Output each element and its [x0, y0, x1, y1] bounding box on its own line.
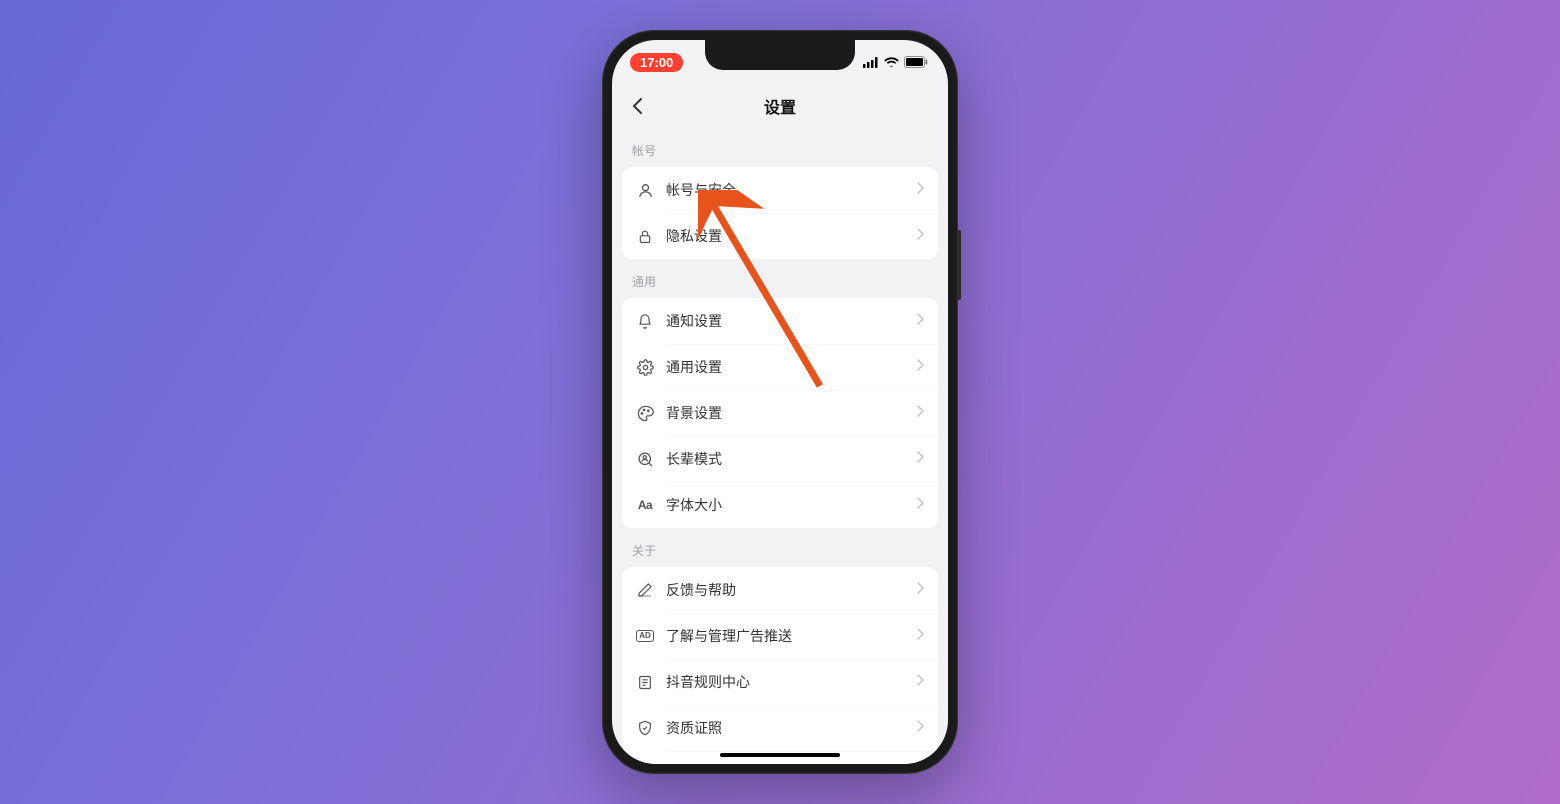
group-general: 通知设置 通用设置 背景设置 — [622, 298, 938, 528]
group-account: 帐号与安全 隐私设置 — [622, 167, 938, 259]
font-size-icon: Aa — [636, 496, 654, 514]
row-label: 帐号与安全 — [666, 180, 905, 200]
row-label: 隐私设置 — [666, 226, 905, 246]
section-header-account: 帐号 — [622, 128, 938, 167]
phone-notch — [705, 40, 855, 70]
ad-icon: AD — [636, 627, 654, 645]
phone-side-button — [958, 230, 961, 300]
row-elder-mode[interactable]: 长辈模式 — [622, 436, 938, 482]
section-header-about: 关于 — [622, 528, 938, 567]
status-icons — [863, 56, 928, 68]
row-privacy[interactable]: 隐私设置 — [622, 213, 938, 259]
row-background[interactable]: 背景设置 — [622, 390, 938, 436]
phone-screen: 17:00 设置 帐号 — [612, 40, 948, 764]
user-icon — [636, 181, 654, 199]
row-label: 反馈与帮助 — [666, 580, 905, 600]
phone-frame: 17:00 设置 帐号 — [602, 30, 958, 774]
cellular-icon — [863, 57, 879, 68]
chevron-right-icon — [917, 312, 924, 330]
row-label: 了解与管理广告推送 — [666, 626, 905, 646]
nav-bar: 设置 — [612, 84, 948, 128]
section-header-general: 通用 — [622, 259, 938, 298]
chevron-right-icon — [917, 181, 924, 199]
status-time-pill: 17:00 — [630, 53, 683, 72]
gear-icon — [636, 358, 654, 376]
row-general-settings[interactable]: 通用设置 — [622, 344, 938, 390]
battery-icon — [904, 56, 928, 68]
chevron-right-icon — [917, 627, 924, 645]
chevron-left-icon — [632, 97, 643, 115]
row-account-security[interactable]: 帐号与安全 — [622, 167, 938, 213]
back-button[interactable] — [622, 91, 652, 121]
chevron-right-icon — [917, 581, 924, 599]
chevron-right-icon — [917, 673, 924, 691]
row-label: 背景设置 — [666, 403, 905, 423]
row-notifications[interactable]: 通知设置 — [622, 298, 938, 344]
row-label: 长辈模式 — [666, 449, 905, 469]
chevron-right-icon — [917, 719, 924, 737]
bell-icon — [636, 312, 654, 330]
row-rules[interactable]: 抖音规则中心 — [622, 659, 938, 705]
chevron-right-icon — [917, 404, 924, 422]
home-indicator[interactable] — [720, 753, 840, 757]
chevron-right-icon — [917, 496, 924, 514]
row-label: 抖音规则中心 — [666, 672, 905, 692]
chevron-right-icon — [917, 358, 924, 376]
settings-content[interactable]: 帐号 帐号与安全 隐私设置 通用 — [612, 128, 948, 764]
row-label: 通用设置 — [666, 357, 905, 377]
wifi-icon — [884, 57, 899, 68]
shield-icon — [636, 719, 654, 737]
rules-icon — [636, 673, 654, 691]
palette-icon — [636, 404, 654, 422]
row-label: 通知设置 — [666, 311, 905, 331]
row-label: 字体大小 — [666, 495, 905, 515]
chevron-right-icon — [917, 227, 924, 245]
row-label: 资质证照 — [666, 718, 905, 738]
pencil-icon — [636, 581, 654, 599]
chevron-right-icon — [917, 450, 924, 468]
row-font-size[interactable]: Aa 字体大小 — [622, 482, 938, 528]
magnify-user-icon — [636, 450, 654, 468]
lock-icon — [636, 227, 654, 245]
row-ads[interactable]: AD 了解与管理广告推送 — [622, 613, 938, 659]
row-license[interactable]: 资质证照 — [622, 705, 938, 751]
group-about: 反馈与帮助 AD 了解与管理广告推送 抖音规则中心 — [622, 567, 938, 764]
nav-title: 设置 — [612, 94, 948, 118]
row-feedback[interactable]: 反馈与帮助 — [622, 567, 938, 613]
